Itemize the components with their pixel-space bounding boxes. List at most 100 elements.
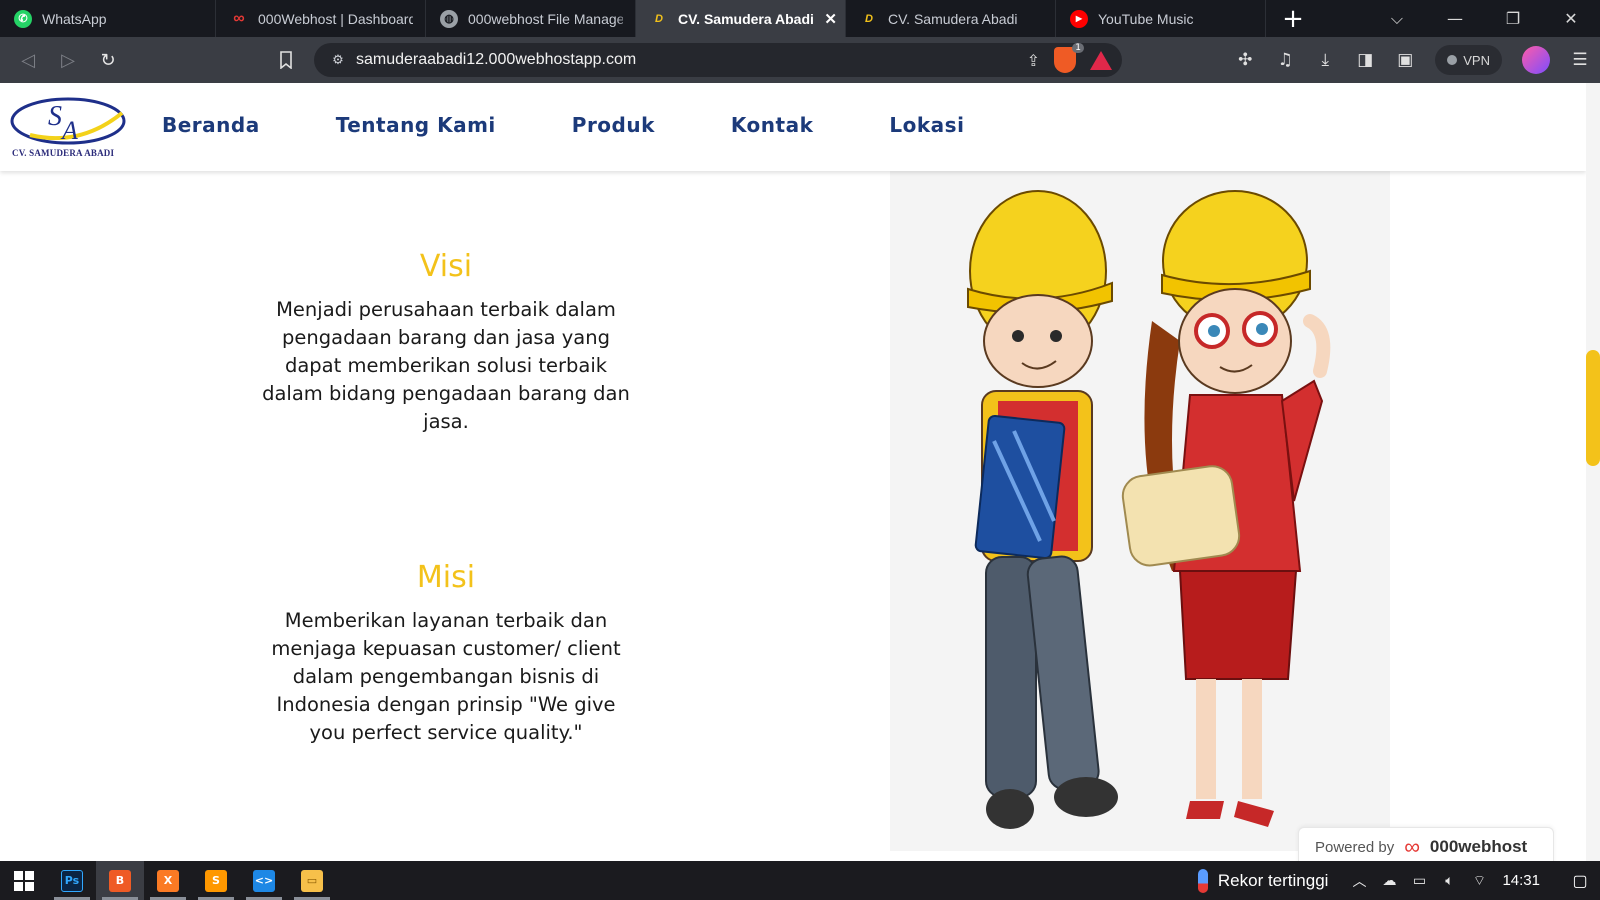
tab-samudera[interactable]: D CV. Samudera Abadi [846,0,1056,37]
forward-button[interactable]: ▷ [48,37,88,83]
samudera-favicon: D [655,12,663,25]
vscode-icon: <> [253,869,275,892]
vpn-status-icon [1447,55,1458,65]
taskbar-brave[interactable]: B [96,861,144,900]
windows-taskbar: Ps B X S <> ▭ Rekor tertinggi ︿ ☁ ▭ 🔈︎ ⌔… [0,861,1600,900]
tab-title: 000webhost File Manager [468,10,623,27]
shields-count: 1 [1072,43,1084,53]
tab-youtube-music[interactable]: ▶ YouTube Music [1056,0,1266,37]
browser-tab-strip: ✆ WhatsApp ∞ 000Webhost | Dashboard ◍ 00… [0,0,1600,37]
weather-widget[interactable]: Rekor tertinggi [1197,868,1329,893]
notification-icon[interactable]: ▢ [1560,871,1600,891]
address-bar[interactable]: ⚙ samuderaabadi12.000webhostapp.com ⇪ 1 [314,43,1122,77]
samudera-favicon: D [865,12,873,25]
sidebar-icon[interactable]: ◨ [1345,50,1385,70]
vpn-button[interactable]: VPN [1435,45,1502,75]
site-header: S A CV. SAMUDERA ABADI Beranda Tentang K… [0,83,1586,171]
close-window-button[interactable]: ✕ [1542,0,1600,37]
visi-heading: Visi [419,249,473,284]
close-tab-icon[interactable]: ✕ [824,10,837,28]
svg-text:S: S [48,101,62,132]
extensions-icon[interactable]: ✣ [1225,50,1265,70]
tab-000webhost-dashboard[interactable]: ∞ 000Webhost | Dashboard [216,0,426,37]
tab-search-button[interactable]: ⌵ [1368,0,1426,37]
tab-title: CV. Samudera Abadi [888,10,1018,27]
start-button[interactable] [0,861,48,900]
photoshop-icon: Ps [61,869,83,892]
tab-title: YouTube Music [1098,10,1194,27]
taskbar-xampp[interactable]: X [144,861,192,900]
minimize-button[interactable]: — [1426,0,1484,37]
back-button[interactable]: ◁ [8,37,48,83]
vpn-label: VPN [1463,52,1490,68]
nav-tentang-kami[interactable]: Tentang Kami [336,113,496,137]
female-worker-figure [1121,190,1331,827]
nav-beranda[interactable]: Beranda [162,113,260,137]
reload-button[interactable]: ↻ [88,37,128,83]
taskbar-file-explorer[interactable]: ▭ [288,861,336,900]
sublime-text-icon: S [205,869,227,892]
battery-icon[interactable]: ▭ [1404,872,1434,889]
chevron-up-icon[interactable]: ︿ [1344,871,1374,891]
new-tab-button[interactable]: + [1266,0,1320,37]
brave-rewards-icon[interactable] [1090,50,1112,70]
volume-icon[interactable]: 🔈︎ [1434,872,1464,889]
visi-text: Menjadi perusahaan terbaik dalam pengada… [262,298,630,433]
folder-icon: ▭ [301,869,323,892]
logo-emblem-icon: S A [10,97,126,145]
logo-caption: CV. SAMUDERA ABADI [12,148,115,158]
globe-icon: ◍ [440,9,458,28]
brave-shields-icon[interactable]: 1 [1054,43,1084,73]
profile-avatar[interactable] [1522,46,1550,74]
menu-icon[interactable]: ☰ [1560,50,1600,70]
workers-illustration [890,171,1390,851]
visi-section: Visi Menjadi perusahaan terbaik dalam pe… [262,249,630,436]
000webhost-icon: ∞ [233,9,245,27]
wifi-icon[interactable]: ⌔ [1464,872,1494,890]
powered-by-brand: 000webhost [1429,837,1528,856]
misi-section: Misi Memberikan layanan terbaik dan menj… [262,560,630,747]
misi-heading: Misi [416,560,476,595]
web-page: S A CV. SAMUDERA ABADI Beranda Tentang K… [0,83,1586,861]
nav-produk[interactable]: Produk [572,113,655,137]
000webhost-logo-icon: ∞ [1404,834,1420,859]
tab-samudera-active[interactable]: D CV. Samudera Abadi ✕ [636,0,846,37]
tab-title: CV. Samudera Abadi [678,10,814,27]
nav-lokasi[interactable]: Lokasi [889,113,964,137]
restore-button[interactable]: ❐ [1484,0,1542,37]
misi-text: Memberikan layanan terbaik dan menjaga k… [271,609,621,744]
media-icon[interactable]: ♫ [1265,50,1305,70]
taskbar-photoshop[interactable]: Ps [48,861,96,900]
nav-kontak[interactable]: Kontak [731,113,813,137]
bookmark-icon[interactable] [266,37,306,83]
site-settings-icon[interactable]: ⚙ [320,53,356,68]
xampp-icon: X [157,869,179,892]
brave-icon: B [109,869,131,892]
svg-text:A: A [60,116,78,145]
tab-title: WhatsApp [42,10,107,27]
browser-toolbar: ◁ ▷ ↻ ⚙ samuderaabadi12.000webhostapp.co… [0,37,1600,83]
page-scrollbar[interactable] [1586,83,1600,861]
scrollbar-thumb[interactable] [1586,350,1600,466]
download-icon[interactable]: ⤓ [1305,50,1345,70]
share-icon[interactable]: ⇪ [1027,51,1040,70]
powered-by-label: Powered by [1315,838,1395,856]
main-nav: Beranda Tentang Kami Produk Kontak Lokas… [162,113,964,137]
url-text[interactable]: samuderaabadi12.000webhostapp.com [356,51,636,69]
taskbar-sublime-text[interactable]: S [192,861,240,900]
site-logo[interactable]: S A CV. SAMUDERA ABADI [10,95,128,161]
tab-file-manager[interactable]: ◍ 000webhost File Manager [426,0,636,37]
youtube-music-icon: ▶ [1070,9,1088,28]
whatsapp-icon: ✆ [14,9,32,28]
windows-logo-icon [14,870,34,891]
male-worker-figure [967,190,1118,829]
taskbar-vscode[interactable]: <> [240,861,288,900]
tab-title: 000Webhost | Dashboard [258,10,413,27]
tab-whatsapp[interactable]: ✆ WhatsApp [0,0,216,37]
onedrive-icon[interactable]: ☁ [1374,872,1404,889]
clock[interactable]: 14:31 [1502,872,1540,889]
system-tray: Rekor tertinggi ︿ ☁ ▭ 🔈︎ ⌔ 14:31 ▢ [1190,861,1600,900]
powered-by-badge[interactable]: Powered by ∞ 000webhost [1298,827,1554,861]
wallet-icon[interactable]: ▣ [1385,50,1425,70]
weather-text: Rekor tertinggi [1217,870,1329,890]
